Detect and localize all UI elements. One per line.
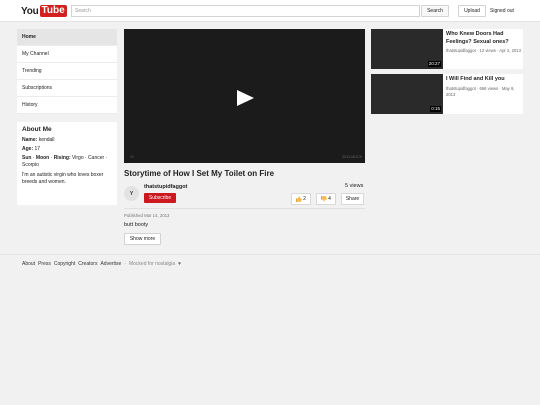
separator: · [32, 155, 35, 161]
footer-link-advertise[interactable]: Advertise [100, 261, 121, 267]
published-date: Published Mar 14, 2013 [124, 213, 170, 218]
video-description: butt booty [124, 222, 149, 228]
sidebar-item-subscriptions[interactable]: Subscriptions [17, 80, 117, 97]
search-input[interactable] [71, 5, 420, 17]
video-duration: 0:15 [430, 106, 441, 112]
about-heading: About Me [22, 126, 52, 133]
rising-label: Rising: [53, 155, 71, 161]
sidebar-item-home[interactable]: Home [17, 29, 117, 46]
thumbs-down-icon [321, 196, 327, 202]
sidebar-item-trending[interactable]: Trending [17, 63, 117, 80]
dislike-button[interactable]: 4 [316, 193, 336, 205]
footer-link-creators[interactable]: Creators [78, 261, 97, 267]
player-watermark: 2013 MOCK [342, 155, 362, 159]
video-player[interactable]: 00 2013 MOCK [124, 29, 365, 163]
sun-label: Sun [22, 155, 32, 161]
subscribe-button[interactable]: Subscribe [144, 193, 176, 203]
youtube-logo[interactable]: You Tube [21, 5, 67, 17]
channel-name[interactable]: thatstupidfaggot [144, 184, 187, 190]
play-icon[interactable] [235, 88, 255, 108]
player-timecode: 00 [130, 155, 134, 159]
video-title: Storytime of How I Set My Toilet on Fire [124, 169, 275, 178]
sidebar-nav: Home My Channel Trending Subscriptions H… [17, 29, 117, 114]
about-bio: I'm an autistic virgin who loves boxer b… [22, 172, 104, 185]
thumbs-up-icon [296, 196, 302, 202]
search-button[interactable]: Search [421, 5, 449, 17]
page-footer: About Press Copyright Creators Advertise… [0, 254, 540, 405]
like-button[interactable]: 2 [291, 193, 311, 205]
show-more-button[interactable]: Show more [124, 233, 161, 245]
logo-you-text: You [21, 5, 39, 17]
related-video-item[interactable]: 0:15 I Will Find and Kill you thatstupid… [371, 74, 523, 114]
footer-link-about[interactable]: About [22, 261, 35, 267]
about-me-panel: About Me Name: kendall Age: 17 Sun · Moo… [17, 122, 117, 205]
footer-separator: · [124, 261, 126, 267]
about-age: Age: 17 [22, 146, 112, 153]
name-label: Name: [22, 137, 38, 143]
name-value: kendall [38, 137, 55, 143]
related-video-item[interactable]: 20:27 Who Knew Doors Had Feelings? Sexua… [371, 29, 523, 69]
share-button[interactable]: Share [341, 193, 364, 205]
related-video-meta: thatstupidfaggot · 666 views · May 9, 20… [446, 86, 515, 97]
moon-label: Moon [35, 155, 50, 161]
sidebar-item-my-channel[interactable]: My Channel [17, 46, 117, 63]
video-thumbnail[interactable]: 0:15 [371, 74, 443, 114]
signout-link[interactable]: Signed out [490, 5, 514, 17]
footer-link-press[interactable]: Press [38, 261, 51, 267]
avatar[interactable]: Y [124, 186, 139, 201]
age-value: 17 [34, 146, 41, 152]
about-name: Name: kendall [22, 137, 112, 144]
related-video-title[interactable]: Who Knew Doors Had Feelings? Sexual ones… [446, 31, 521, 46]
heart-icon: ♥ [178, 261, 182, 267]
divider [124, 208, 365, 209]
about-signs: Sun · Moon · Rising: Virgo · Cancer · Sc… [22, 155, 112, 169]
like-count: 2 [303, 196, 306, 202]
separator: · [50, 155, 53, 161]
footer-link-copyright[interactable]: Copyright [54, 261, 75, 267]
related-video-title[interactable]: I Will Find and Kill you [446, 76, 521, 84]
top-bar: You Tube Search Upload Signed out [0, 0, 540, 22]
view-count: 5 views [345, 183, 364, 189]
sidebar-item-history[interactable]: History [17, 97, 117, 114]
video-duration: 20:27 [427, 61, 441, 67]
logo-tube-text: Tube [39, 5, 67, 17]
footer-links: About Press Copyright Creators Advertise… [22, 261, 181, 267]
video-thumbnail[interactable]: 20:27 [371, 29, 443, 69]
related-video-meta: thatstupidfaggot · 12 views · Apr 2, 201… [446, 48, 521, 53]
age-label: Age: [22, 146, 34, 152]
upload-button[interactable]: Upload [458, 5, 486, 17]
dislike-count: 4 [328, 196, 331, 202]
footer-mocked-note: Mocked for nostalgia [128, 261, 176, 267]
